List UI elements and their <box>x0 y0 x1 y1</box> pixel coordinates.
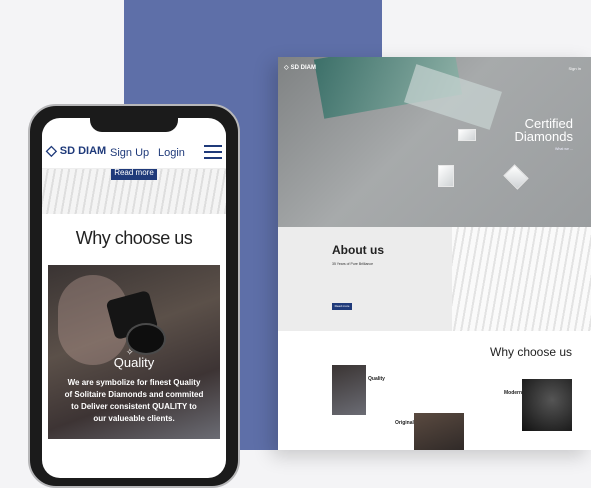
desktop-logo[interactable]: ◇ SD DIAM <box>284 64 316 72</box>
diamond-logo-icon: ◇ <box>46 142 57 158</box>
phone-mockup: Read more ◇ SD DIAM Sign Up Login Why ch… <box>28 104 240 488</box>
desktop-hero-subtitle: What we ... <box>555 147 573 151</box>
desktop-hero: ◇ SD DIAM Sign In Certified Diamonds Wha… <box>278 57 591 227</box>
about-subtitle: 35 Years of Pure Brilliance <box>332 262 374 266</box>
about-image <box>452 227 591 331</box>
why-card-image-quality <box>332 365 366 415</box>
why-card-caption: Quality <box>368 376 385 382</box>
mobile-logo[interactable]: ◇ SD DIAM <box>46 142 106 159</box>
desktop-about-section: About us 35 Years of Pure Brilliance Rea… <box>278 227 452 331</box>
why-card-image-original <box>414 413 464 450</box>
hamburger-menu-icon[interactable] <box>204 145 222 159</box>
diamond-image <box>503 164 529 190</box>
quality-card-title: Quality <box>113 355 155 370</box>
mobile-read-more-button[interactable]: Read more <box>111 168 157 180</box>
why-card-caption: Modern <box>504 390 523 396</box>
mobile-navbar: ◇ SD DIAM Sign Up Login <box>42 130 226 169</box>
desktop-why-title: Why choose us <box>490 345 573 359</box>
phone-notch <box>90 118 178 132</box>
diamond-logo-icon: ◇ <box>284 65 289 71</box>
mobile-signup-link[interactable]: Sign Up <box>110 147 149 159</box>
desktop-mockup: ◇ SD DIAM Sign In Certified Diamonds Wha… <box>278 57 591 450</box>
quality-card-text: We are symbolize for finest Quality of S… <box>64 378 204 423</box>
desktop-signin-link[interactable]: Sign In <box>569 66 581 71</box>
diamond-image <box>438 165 454 187</box>
mobile-login-link[interactable]: Login <box>158 147 185 159</box>
mobile-quality-card: ✧ Quality We are symbolize for finest Qu… <box>48 265 220 439</box>
mobile-brand: SD DIAM <box>59 144 107 157</box>
about-read-more-button[interactable]: Read more <box>332 303 352 310</box>
phone-screen: Read more ◇ SD DIAM Sign Up Login Why ch… <box>42 118 226 478</box>
about-title: About us <box>332 243 384 257</box>
why-card-image-modern <box>522 379 572 431</box>
desktop-hero-title: Certified Diamonds <box>514 116 573 144</box>
why-card-caption: Original <box>395 420 414 426</box>
diamond-image <box>458 129 476 141</box>
mobile-why-title: Why choose us <box>75 228 193 248</box>
